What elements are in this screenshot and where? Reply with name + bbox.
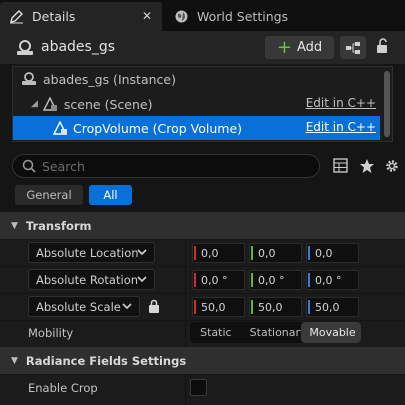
tab-details-label: Details <box>32 9 76 24</box>
table-view-icon[interactable] <box>333 158 348 176</box>
filter-general[interactable]: General <box>15 185 83 205</box>
location-x-field[interactable]: 0,0 <box>192 243 245 263</box>
field-value: 0,0 ° <box>258 273 285 287</box>
tree-item-label: CropVolume (Crop Volume) <box>73 120 243 136</box>
rotation-y-field[interactable]: 0,0 ° <box>249 270 302 290</box>
dropdown-label: Absolute Rotation <box>36 272 139 287</box>
pencil-icon <box>8 9 24 25</box>
search-icon <box>22 159 36 173</box>
section-transform[interactable]: ▼ Transform <box>0 212 405 239</box>
field-value: 50,0 <box>201 300 226 314</box>
scale-z-field[interactable]: 50,0 <box>306 297 359 317</box>
mobility-label: Mobility <box>28 326 74 340</box>
mobility-static[interactable]: Static <box>190 322 242 343</box>
chevron-down-icon <box>136 246 148 261</box>
tree-item-instance[interactable]: abades_gs (Instance) <box>13 67 380 91</box>
star-icon[interactable] <box>359 158 375 177</box>
rotation-x-field[interactable]: 0,0 ° <box>192 270 245 290</box>
close-icon[interactable]: ✕ <box>142 9 152 23</box>
collapse-arrow-icon: ▼ <box>11 220 18 231</box>
component-tree: abades_gs (Instance) ◢ scene (Scene) Edi… <box>12 66 393 142</box>
dropdown-label: Absolute Location <box>36 245 139 260</box>
plus-icon: + <box>276 36 292 58</box>
enable-crop-checkbox[interactable] <box>190 379 207 396</box>
field-value: 0,0 <box>258 246 276 260</box>
scale-mode-dropdown[interactable]: Absolute Scale <box>28 296 140 317</box>
section-title: Radiance Fields Settings <box>25 353 187 368</box>
tab-world-settings[interactable]: World Settings <box>165 2 295 31</box>
gear-icon[interactable] <box>384 158 400 177</box>
mobility-stationary[interactable]: Stationary <box>242 322 302 343</box>
dropdown-label: Absolute Scale <box>36 299 121 314</box>
actor-icon <box>16 40 34 59</box>
section-title: Transform <box>25 218 92 233</box>
chevron-down-icon <box>121 300 133 315</box>
field-value: 50,0 <box>258 300 283 314</box>
actor-icon <box>21 72 37 86</box>
tree-item-label: abades_gs (Instance) <box>43 71 176 87</box>
collapse-arrow-icon[interactable]: ◢ <box>31 99 38 109</box>
filter-all[interactable]: All <box>89 185 132 205</box>
field-value: 50,0 <box>315 300 340 314</box>
blueprint-icon <box>346 41 360 54</box>
globe-icon <box>173 9 189 25</box>
edit-in-cpp-link[interactable]: Edit in C++ <box>306 96 376 110</box>
tree-item-cropvolume[interactable]: CropVolume (Crop Volume) Edit in C++ <box>13 116 380 140</box>
location-y-field[interactable]: 0,0 <box>249 243 302 263</box>
search-input[interactable] <box>42 158 302 174</box>
field-value: 0,0 ° <box>201 273 228 287</box>
actor-name: abades_gs <box>41 39 116 55</box>
location-z-field[interactable]: 0,0 <box>306 243 359 263</box>
tab-world-settings-label: World Settings <box>197 9 289 24</box>
scale-y-field[interactable]: 50,0 <box>249 297 302 317</box>
lock-icon[interactable] <box>374 38 390 57</box>
scene-component-icon <box>42 97 58 111</box>
add-label: Add <box>296 40 323 55</box>
field-value: 0,0 <box>201 246 219 260</box>
scene-component-icon <box>53 121 68 135</box>
mobility-selector: Static Stationary Movable <box>190 322 361 343</box>
field-value: 0,0 <box>315 246 333 260</box>
scale-x-field[interactable]: 50,0 <box>192 297 245 317</box>
tab-details[interactable]: Details ✕ <box>0 2 162 31</box>
enable-crop-label: Enable Crop <box>28 381 98 395</box>
rotation-z-field[interactable]: 0,0 ° <box>306 270 359 290</box>
mobility-movable[interactable]: Movable <box>301 322 361 343</box>
tree-item-label: scene (Scene) <box>63 96 153 112</box>
rotation-mode-dropdown[interactable]: Absolute Rotation <box>28 269 155 290</box>
tab-bar: Details ✕ World Settings <box>0 0 405 31</box>
add-component-button[interactable]: + Add <box>265 36 334 59</box>
location-mode-dropdown[interactable]: Absolute Location <box>28 242 155 263</box>
lock-icon[interactable] <box>147 299 161 317</box>
search-box[interactable] <box>12 154 320 178</box>
edit-in-cpp-link[interactable]: Edit in C++ <box>306 120 376 134</box>
section-radiance-fields[interactable]: ▼ Radiance Fields Settings <box>0 347 405 374</box>
collapse-arrow-icon: ▼ <box>11 355 18 366</box>
blueprint-button[interactable] <box>340 36 366 59</box>
field-value: 0,0 ° <box>315 273 342 287</box>
chevron-down-icon <box>136 273 148 288</box>
tree-scrollbar[interactable] <box>384 71 390 137</box>
tree-item-scene[interactable]: ◢ scene (Scene) Edit in C++ <box>13 92 380 116</box>
